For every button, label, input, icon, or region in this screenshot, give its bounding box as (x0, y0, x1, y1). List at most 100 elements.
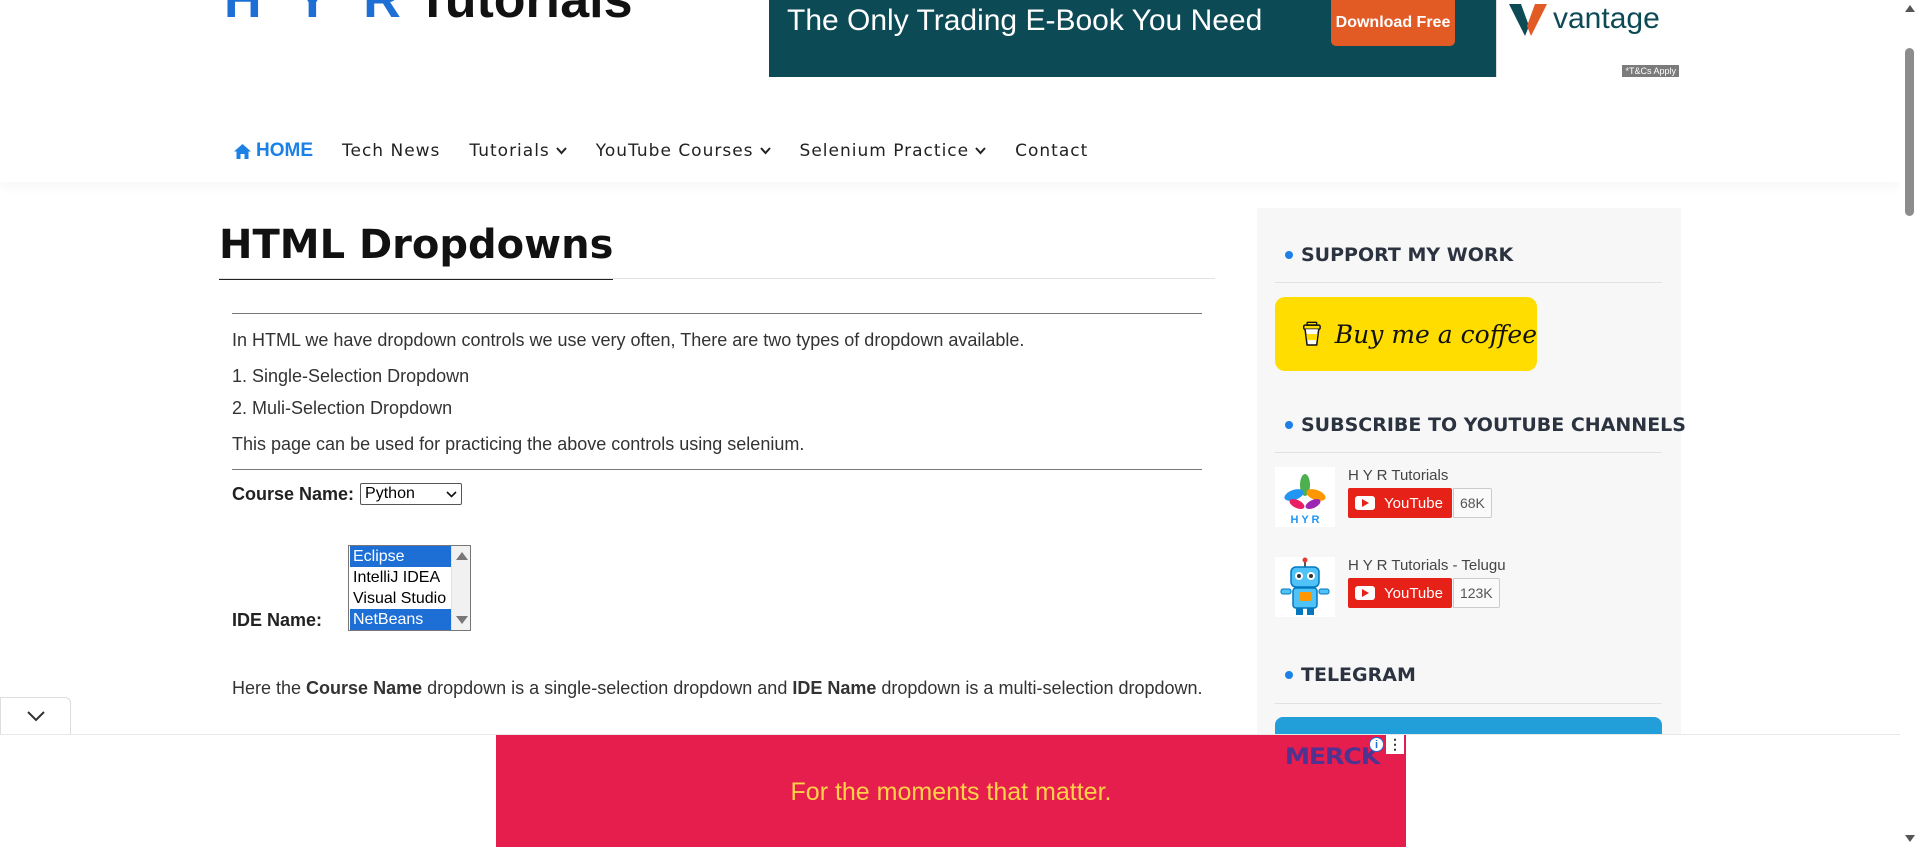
nav-tutorials[interactable]: Tutorials (469, 141, 567, 161)
collapse-ad-button[interactable] (0, 697, 71, 734)
intro-text: In HTML we have dropdown controls we use… (232, 330, 1025, 350)
practice-note: This page can be used for practicing the… (232, 434, 805, 454)
title-divider (219, 278, 1215, 279)
chevron-down-icon (759, 147, 771, 155)
ide-option-intellij[interactable]: IntelliJ IDEA (350, 567, 453, 588)
explanation-bold-ide: IDE Name (792, 678, 877, 698)
site-header: H Y R Tutorials The Only Trading E-Book Y… (0, 0, 1900, 182)
hyr-logo-icon: H Y R (1284, 474, 1326, 526)
list-item-multi: 2. Muli-Selection Dropdown (232, 398, 453, 418)
channel-name[interactable]: H Y R Tutorials (1348, 467, 1448, 484)
course-select[interactable]: Python (360, 483, 463, 505)
ad-brand-name: vantage (1553, 2, 1660, 35)
scroll-up-icon[interactable] (1905, 5, 1915, 12)
ide-option-netbeans[interactable]: NetBeans (350, 609, 453, 630)
bullet-icon (1285, 251, 1293, 259)
subscribe-title-text: SUBSCRIBE TO YOUTUBE CHANNELS (1301, 414, 1686, 436)
scroll-down-icon[interactable] (456, 616, 468, 624)
merck-logo: MERCK (1284, 745, 1381, 770)
course-label: Course Name: (232, 483, 355, 504)
scroll-up-icon[interactable] (456, 552, 468, 560)
bottom-banner-ad[interactable]: For the moments that matter. MERCK i ⋮ (496, 735, 1406, 847)
nav-contact-label: Contact (1015, 141, 1089, 161)
telegram-title-text: TELEGRAM (1301, 664, 1416, 686)
chevron-down-icon (446, 490, 457, 498)
ide-option-visual-studio[interactable]: Visual Studio (350, 588, 453, 609)
nav-contact[interactable]: Contact (1015, 141, 1088, 161)
nav-home-label: HOME (256, 140, 313, 161)
youtube-play-icon (1355, 586, 1375, 600)
youtube-play-icon (1355, 496, 1375, 510)
subscriber-count: 123K (1452, 578, 1500, 608)
subscribe-title: SUBSCRIBE TO YOUTUBE CHANNELS (1285, 414, 1686, 436)
coffee-cup-icon (1303, 321, 1321, 346)
top-banner-ad[interactable]: The Only Trading E-Book You Need Downloa… (769, 0, 1679, 77)
nav-youtube-courses[interactable]: YouTube Courses (596, 141, 771, 161)
divider (232, 313, 1202, 314)
explanation-part: dropdown is a multi-selection dropdown. (876, 678, 1203, 698)
ad-slogan: For the moments that matter. (790, 778, 1112, 806)
home-icon (234, 143, 251, 159)
chevron-down-icon (975, 147, 986, 155)
download-free-button[interactable]: Download Free (1331, 0, 1455, 46)
ide-multiselect[interactable]: Eclipse IntelliJ IDEA Visual Studio NetB… (348, 545, 471, 631)
site-logo[interactable]: H Y R Tutorials (224, 0, 633, 26)
nav-home[interactable]: HOME (234, 140, 313, 162)
robot-icon (1280, 557, 1330, 615)
youtube-button-label: YouTube (1384, 494, 1443, 512)
ide-list-scrollbar[interactable] (451, 546, 470, 630)
logo-tutorials: Tutorials (416, 0, 633, 29)
explanation-part: dropdown is a single-selection dropdown … (422, 678, 793, 698)
ad-terms: *T&Cs Apply (1622, 65, 1679, 77)
nav-tech-news[interactable]: Tech News (342, 141, 440, 161)
channel-row-hyr: H Y R H Y R Tutorials YouTube 68K (1275, 467, 1665, 527)
chevron-down-icon (556, 147, 567, 155)
logo-hyr: H Y R (224, 0, 411, 29)
buy-me-a-coffee-button[interactable]: Buy me a coffee (1275, 297, 1537, 371)
svg-text:H Y R: H Y R (1291, 514, 1320, 526)
nav-youtube-courses-label: YouTube Courses (595, 141, 754, 161)
main-nav: HOME Tech News Tutorials YouTube Courses… (234, 140, 1117, 162)
widget-divider (1275, 703, 1662, 704)
page-scrollbar[interactable] (1900, 0, 1920, 847)
explanation-part: Here the (232, 678, 307, 698)
ad-headline: The Only Trading E-Book You Need (787, 4, 1263, 37)
support-title: SUPPORT MY WORK (1285, 244, 1513, 266)
ide-label: IDE Name: (232, 610, 323, 630)
nav-selenium-practice[interactable]: Selenium Practice (800, 141, 987, 161)
support-title-text: SUPPORT MY WORK (1301, 244, 1514, 266)
divider (232, 469, 1202, 470)
widget-divider (1275, 282, 1662, 283)
ad-info-icon[interactable]: i (1369, 737, 1384, 752)
bullet-icon (1285, 671, 1293, 679)
ide-option-eclipse[interactable]: Eclipse (350, 546, 453, 567)
youtube-subscribe-button[interactable]: YouTube 123K (1348, 578, 1500, 608)
list-item-single: 1. Single-Selection Dropdown (232, 366, 470, 386)
scrollbar-thumb[interactable] (1905, 48, 1914, 216)
scroll-down-icon[interactable] (1905, 835, 1915, 842)
subscriber-count: 68K (1452, 488, 1492, 518)
ad-menu-icon[interactable]: ⋮ (1386, 735, 1404, 754)
nav-tutorials-label: Tutorials (469, 141, 550, 161)
youtube-button[interactable]: YouTube (1348, 578, 1452, 608)
nav-tech-news-label: Tech News (342, 141, 441, 161)
course-row: Course Name: Python (232, 483, 463, 505)
explanation-text: Here the Course Name dropdown is a singl… (232, 672, 1212, 704)
bullet-icon (1285, 421, 1293, 429)
hyr-avatar[interactable]: H Y R (1275, 467, 1335, 527)
course-selected-value: Python (365, 485, 415, 502)
channel-name[interactable]: H Y R Tutorials - Telugu (1348, 557, 1506, 574)
coffee-label: Buy me a coffee (1334, 319, 1537, 349)
nav-selenium-practice-label: Selenium Practice (799, 141, 970, 161)
hyr-telugu-avatar[interactable] (1275, 557, 1335, 617)
vantage-logo-icon (1509, 4, 1547, 36)
youtube-button[interactable]: YouTube (1348, 488, 1452, 518)
channel-row-hyr-telugu: H Y R Tutorials - Telugu YouTube 123K (1275, 557, 1665, 617)
youtube-button-label: YouTube (1384, 584, 1443, 602)
page-title: HTML Dropdowns (219, 222, 614, 280)
widget-divider (1275, 452, 1662, 453)
ad-brand-box: vantage *T&Cs Apply (1496, 0, 1679, 77)
telegram-title: TELEGRAM (1285, 664, 1416, 686)
youtube-subscribe-button[interactable]: YouTube 68K (1348, 488, 1492, 518)
explanation-bold-course: Course Name (306, 678, 423, 698)
